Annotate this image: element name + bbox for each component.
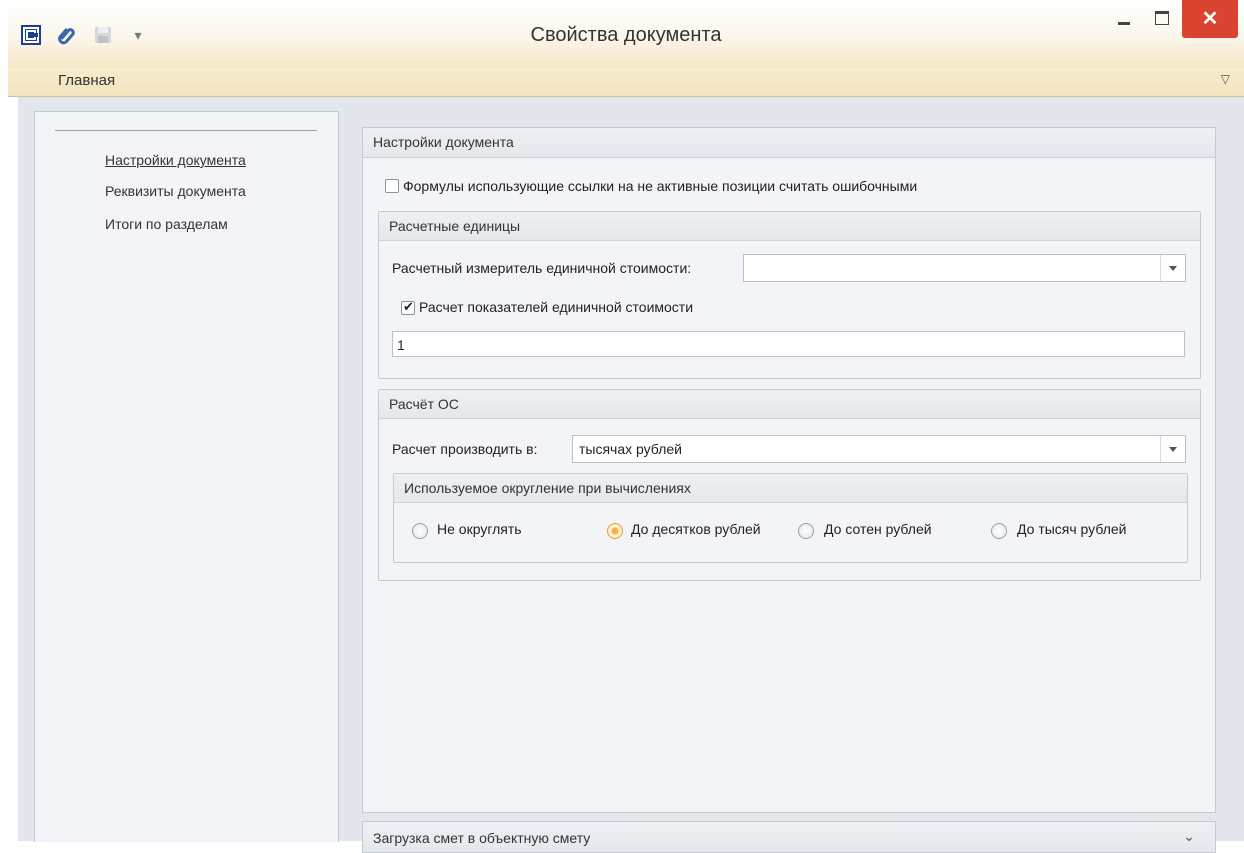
radio-label[interactable]: До сотен рублей <box>824 521 932 537</box>
rounding-group: Используемое округление при вычислениях … <box>393 473 1188 563</box>
calc-in-label: Расчет производить в: <box>392 441 538 457</box>
unit-calc-label[interactable]: Расчет показателей единичной стоимости <box>419 299 693 315</box>
radio-label[interactable]: До тысяч рублей <box>1017 521 1127 537</box>
units-group: Расчетные единицы Расчетный измеритель е… <box>378 211 1201 379</box>
close-icon: ✕ <box>1201 8 1219 30</box>
document-settings-panel: Настройки документа Формулы использующие… <box>362 127 1216 813</box>
radio-no-rounding[interactable] <box>412 523 428 539</box>
radio-round-tens[interactable] <box>607 523 623 539</box>
os-calc-group: Расчёт ОС Расчет производить в: тысячах … <box>378 389 1201 581</box>
panel-header: Настройки документа <box>363 128 1215 158</box>
minimize-button[interactable] <box>1106 0 1142 38</box>
dropdown-arrow-icon[interactable] <box>1160 255 1185 281</box>
estimate-load-panel-title: Загрузка смет в объектную смету <box>373 830 591 846</box>
dropdown-arrow-icon[interactable] <box>1160 436 1185 462</box>
ribbon-collapse-icon[interactable]: ▽ <box>1221 72 1230 86</box>
ribbon: Главная ▽ <box>8 68 1244 97</box>
units-group-header: Расчетные единицы <box>379 212 1200 241</box>
unit-calc-checkbox[interactable] <box>401 299 415 315</box>
meter-combobox[interactable] <box>743 254 1186 282</box>
radio-label[interactable]: До десятков рублей <box>631 521 761 537</box>
formulas-checkbox[interactable] <box>385 179 399 193</box>
close-button[interactable]: ✕ <box>1182 0 1238 38</box>
chevron-down-icon[interactable]: ⌄ <box>1183 828 1195 845</box>
calc-in-combobox[interactable]: тысячах рублей <box>572 435 1186 463</box>
rounding-group-header: Используемое округление при вычислениях <box>394 474 1187 503</box>
radio-round-thousands[interactable] <box>991 523 1007 539</box>
calc-in-value: тысячах рублей <box>579 441 682 457</box>
formulas-checkbox-label[interactable]: Формулы использующие ссылки на не активн… <box>403 178 917 194</box>
ribbon-tab-home[interactable]: Главная <box>58 72 115 89</box>
os-group-header: Расчёт ОС <box>379 390 1200 419</box>
estimate-load-panel[interactable]: Загрузка смет в объектную смету ⌄ <box>362 821 1216 853</box>
meter-label: Расчетный измеритель единичной стоимости… <box>392 260 692 276</box>
unit-value-input[interactable]: 1 <box>392 331 1185 357</box>
nav-separator <box>55 130 317 131</box>
maximize-button[interactable] <box>1144 0 1180 38</box>
navigation-panel: Настройки документа Реквизиты документа … <box>34 111 339 842</box>
radio-label[interactable]: Не округлять <box>437 521 522 537</box>
title-bar: ▾ Свойства документа ✕ <box>8 0 1244 68</box>
nav-item-section-totals[interactable]: Итоги по разделам <box>105 216 228 232</box>
radio-round-hundreds[interactable] <box>798 523 814 539</box>
window-controls: ✕ <box>1094 0 1244 40</box>
window-title: Свойства документа <box>530 24 722 46</box>
nav-item-document-settings[interactable]: Настройки документа <box>105 152 246 168</box>
nav-item-document-details[interactable]: Реквизиты документа <box>105 183 246 199</box>
